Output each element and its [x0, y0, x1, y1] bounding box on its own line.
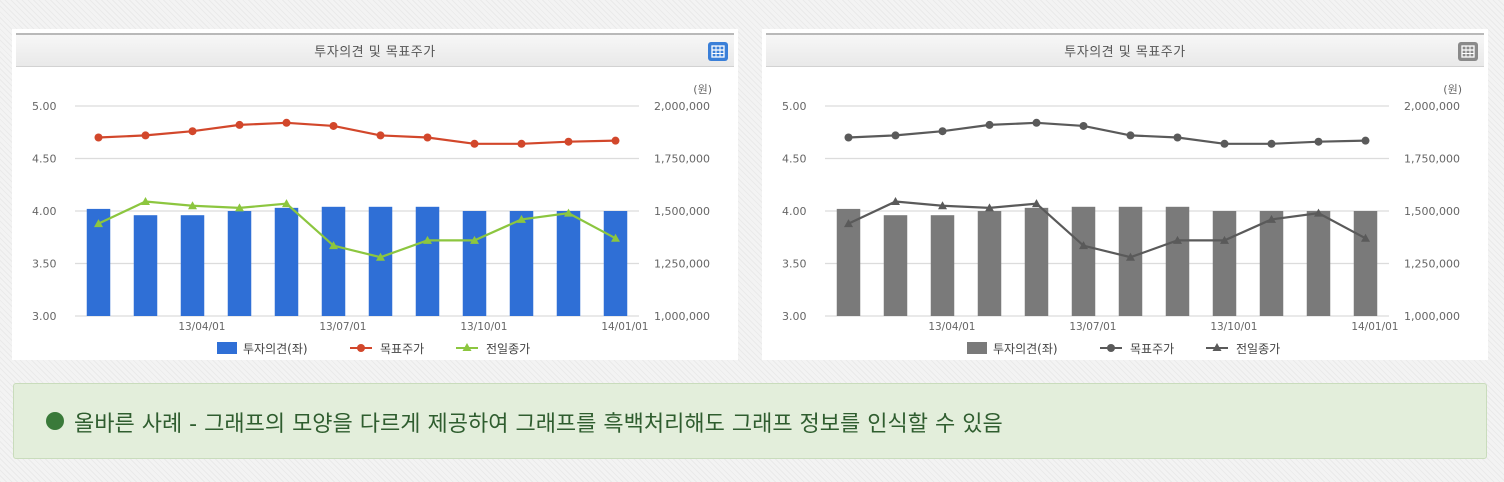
y-right-tick-label: 1,750,000: [654, 153, 710, 166]
series-line: [848, 200, 1367, 259]
data-point: [1220, 139, 1229, 148]
bar: [556, 211, 581, 316]
data-point: [141, 131, 150, 140]
x-tick-label: 13/04/01: [178, 321, 225, 333]
bar: [321, 206, 346, 316]
y-right-tick-label: 1,000,000: [1404, 310, 1460, 323]
data-point: [188, 127, 197, 136]
series-line: [98, 200, 617, 259]
bar: [180, 215, 205, 316]
chart-grayscale: 5.00 4.50 4.00 3.50 3.00 2,000,000 1,750,000 1,…: [782, 83, 1462, 356]
y-left-tick-label: 4.50: [32, 153, 57, 166]
y-right-tick-label: 1,500,000: [654, 205, 710, 218]
data-point: [1267, 139, 1276, 148]
data-point: [94, 133, 103, 142]
bar: [1024, 207, 1049, 316]
y-right-tick-label: 2,000,000: [654, 100, 710, 113]
bar: [1306, 211, 1331, 316]
data-point: [1079, 121, 1088, 130]
series-line: [98, 121, 616, 145]
bar: [415, 206, 440, 316]
legend-label: 투자의견(좌): [243, 342, 308, 356]
legend-marker: [357, 344, 365, 352]
y-left-tick-label: 3.00: [782, 310, 807, 323]
data-point: [470, 139, 479, 148]
data-point: [985, 120, 994, 129]
chart-color: 5.00 4.50 4.00 3.50 3.00 2,000,000 1,750,000 1,…: [32, 83, 712, 356]
x-tick-label: 14/01/01: [601, 321, 648, 333]
data-point: [891, 131, 900, 140]
data-point: [1032, 118, 1041, 127]
bar: [509, 211, 534, 316]
x-tick-label: 13/10/01: [460, 321, 507, 333]
legend-label: 전일종가: [1236, 342, 1280, 356]
bar: [133, 215, 158, 316]
bar: [1212, 211, 1237, 316]
y-left-tick-label: 4.50: [782, 153, 807, 166]
data-point: [1314, 137, 1323, 146]
bar: [1259, 211, 1284, 316]
legend-marker: [1107, 344, 1115, 352]
unit-label: (원): [1443, 83, 1462, 96]
bar: [368, 206, 393, 316]
unit-label: (원): [693, 83, 712, 96]
series-line: [848, 121, 1366, 145]
y-right-tick-label: 1,250,000: [654, 258, 710, 271]
data-point: [1173, 133, 1182, 142]
data-point: [844, 133, 853, 142]
bullet-dot-icon: [46, 412, 64, 430]
y-left-tick-label: 5.00: [782, 100, 807, 113]
data-point: [329, 121, 338, 130]
note-text: 올바른 사례 - 그래프의 모양을 다르게 제공하여 그래프를 흑백처리해도 그…: [74, 412, 1003, 437]
y-right-tick-label: 1,750,000: [1404, 153, 1460, 166]
y-left-tick-label: 3.00: [32, 310, 57, 323]
legend-label: 목표주가: [380, 342, 424, 356]
y-left-tick-label: 4.00: [32, 205, 57, 218]
data-point: [235, 120, 244, 129]
legend-label: 투자의견(좌): [993, 342, 1058, 356]
data-point: [938, 127, 947, 136]
bar: [930, 215, 955, 316]
y-left-tick-label: 4.00: [782, 205, 807, 218]
y-right-tick-label: 1,250,000: [1404, 258, 1460, 271]
y-left-tick-label: 3.50: [782, 258, 807, 271]
bar: [274, 207, 299, 316]
data-point: [517, 139, 526, 148]
bar: [1071, 206, 1096, 316]
data-point: [423, 133, 432, 142]
y-left-tick-label: 5.00: [32, 100, 57, 113]
data-point: [282, 118, 291, 127]
bar: [603, 211, 628, 316]
data-point: [1361, 136, 1370, 145]
data-point: [611, 136, 620, 145]
data-point: [1126, 131, 1135, 140]
y-left-tick-label: 3.50: [32, 258, 57, 271]
x-tick-label: 13/07/01: [1069, 321, 1116, 333]
data-point: [376, 131, 385, 140]
legend-label: 전일종가: [486, 342, 530, 356]
x-tick-label: 13/04/01: [928, 321, 975, 333]
bar: [1165, 206, 1190, 316]
legend-label: 목표주가: [1130, 342, 1174, 356]
legend-swatch-bar: [217, 342, 237, 354]
y-right-tick-label: 2,000,000: [1404, 100, 1460, 113]
bar: [977, 211, 1002, 316]
bar: [1118, 206, 1143, 316]
chart-panel-color: 투자의견 및 목표주가 5.00 4.50 4.00 3.50 3.00 2,000,00…: [12, 29, 738, 360]
x-tick-label: 13/10/01: [1210, 321, 1257, 333]
bar: [227, 211, 252, 316]
bar: [462, 211, 487, 316]
y-right-tick-label: 1,500,000: [1404, 205, 1460, 218]
data-point: [564, 137, 573, 146]
legend-swatch-bar: [967, 342, 987, 354]
chart-panel-grayscale: 투자의견 및 목표주가 5.00 4.50 4.00 3.50 3.00 2,000,00…: [762, 29, 1488, 360]
x-tick-label: 14/01/01: [1351, 321, 1398, 333]
bar: [1353, 211, 1378, 316]
bar: [883, 215, 908, 316]
y-right-tick-label: 1,000,000: [654, 310, 710, 323]
note-box: 올바른 사례 - 그래프의 모양을 다르게 제공하여 그래프를 흑백처리해도 그…: [13, 383, 1487, 459]
x-tick-label: 13/07/01: [319, 321, 366, 333]
